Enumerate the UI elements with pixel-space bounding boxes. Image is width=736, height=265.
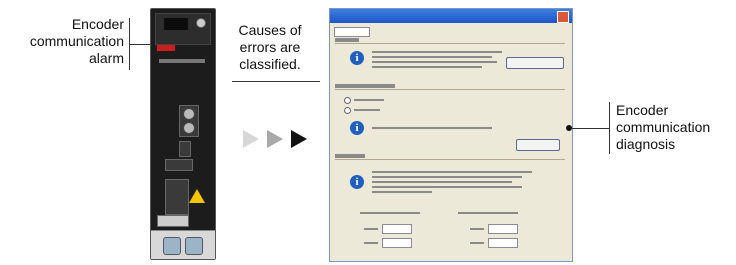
dialog-text-line (372, 191, 432, 193)
amp-bottom-connectors (151, 230, 215, 259)
amp-bottom-connector-2 (185, 237, 203, 255)
dialog-text-line (364, 242, 378, 244)
causes-line-3: classified. (239, 56, 301, 72)
dialog-close-icon (557, 11, 569, 23)
causes-line-2: errors are (239, 39, 301, 55)
diagnosis-line-2: communication (616, 119, 711, 135)
amp-rating-label (157, 215, 189, 227)
causes-underline (232, 81, 320, 82)
encoder-alarm-line-2: communication (29, 33, 124, 49)
dialog-start-button (516, 139, 560, 151)
dialog-text-line (372, 127, 492, 129)
dialog-result-field-3 (488, 224, 518, 234)
amp-usb-port (179, 141, 191, 157)
amp-bottom-connector-1 (163, 237, 181, 255)
dialog-text-line (372, 181, 512, 183)
dialog-group-setting (335, 38, 565, 44)
dialog-text-line (470, 242, 484, 244)
dialog-text-line (372, 61, 497, 63)
servo-amplifier-image (150, 8, 216, 260)
arrow-light-icon (243, 130, 259, 148)
dialog-parameter-button (506, 57, 564, 69)
diagnosis-line-3: diagnosis (616, 136, 676, 152)
encoder-alarm-label: Encoder communication alarm (20, 16, 124, 67)
dialog-result-field-4 (488, 238, 518, 248)
dialog-group-diagnosis (335, 84, 565, 90)
dialog-text-line (372, 176, 522, 178)
dialog-info-icon-2: i (350, 121, 364, 135)
amp-logo (157, 45, 175, 51)
arrow-mid-icon (267, 130, 283, 148)
amp-rotary-switch-2 (183, 122, 195, 134)
dialog-text-line (458, 212, 518, 214)
dialog-text-line (364, 228, 378, 230)
dialog-result-field-2 (382, 238, 412, 248)
dialog-text-line (470, 228, 484, 230)
diagnosis-dialog-image: i i i (329, 8, 573, 262)
diagnosis-leader-line (571, 128, 609, 129)
diagnosis-line-1: Encoder (616, 102, 669, 118)
amp-top-slot (164, 18, 188, 30)
dialog-result-field-1 (382, 224, 412, 234)
causes-label: Causes of errors are classified. (226, 22, 314, 73)
amp-mount-hole (196, 18, 206, 28)
amp-top-panel (155, 13, 211, 45)
diagnosis-bracket-line (609, 102, 610, 154)
encoder-diagnosis-label: Encoder communication diagnosis (616, 102, 731, 153)
dialog-text-line (372, 56, 492, 58)
amp-rotary-switch-1 (183, 108, 195, 120)
dialog-info-icon-3: i (350, 175, 364, 189)
dialog-text-line (360, 212, 420, 214)
amp-warning-icon (189, 189, 205, 203)
arrow-dark-icon (291, 130, 307, 148)
amp-brand-strip (159, 59, 205, 63)
dialog-text-line (372, 66, 482, 68)
encoder-alarm-line-3: alarm (88, 50, 124, 66)
encoder-alarm-line-1: Encoder (71, 16, 124, 32)
dialog-group-result (335, 154, 565, 160)
amp-terminal-label (165, 159, 193, 171)
causes-line-1: Causes of (238, 22, 302, 38)
dialog-radio-2 (344, 107, 351, 114)
amp-power-terminals (165, 179, 189, 215)
dialog-text-line (372, 186, 522, 188)
dialog-text-line (372, 171, 532, 173)
dialog-text-line (354, 109, 380, 111)
dialog-titlebar (330, 9, 572, 23)
dialog-text-line (372, 51, 502, 53)
dialog-text-line (354, 99, 384, 101)
dialog-axis-select (334, 27, 370, 37)
dialog-info-icon-1: i (350, 51, 364, 65)
dialog-radio-1 (344, 97, 351, 104)
